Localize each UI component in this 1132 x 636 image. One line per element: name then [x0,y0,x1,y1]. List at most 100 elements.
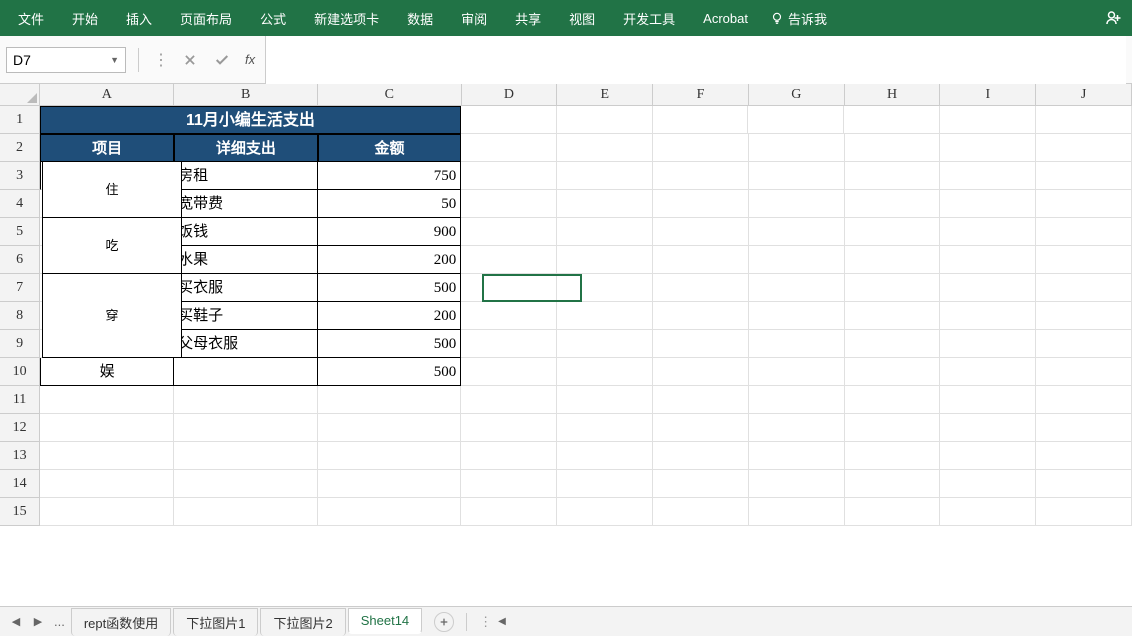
tab-nav-prev[interactable]: ◀ [6,615,26,628]
cell-A14[interactable] [40,470,174,498]
cell-J3[interactable] [1036,162,1132,190]
tell-me-search[interactable]: 告诉我 [762,9,835,28]
cell-H11[interactable] [845,386,941,414]
tab-data[interactable]: 数据 [393,0,447,36]
cell-B13[interactable] [174,442,318,470]
cell-A5-merged[interactable]: 吃 [42,218,182,274]
cell-J1[interactable] [1036,106,1132,134]
cell-G6[interactable] [749,246,845,274]
cell-J2[interactable] [1036,134,1132,162]
cell-I6[interactable] [940,246,1036,274]
cell-E6[interactable] [557,246,653,274]
cell-F10[interactable] [653,358,749,386]
row-header-9[interactable]: 9 [0,330,40,358]
cell-H13[interactable] [845,442,941,470]
cell-J14[interactable] [1036,470,1132,498]
cell-I14[interactable] [940,470,1036,498]
cell-G1[interactable] [748,106,844,134]
cell-A10[interactable]: 娱 [40,358,174,386]
tab-insert[interactable]: 插入 [112,0,166,36]
cell-G2[interactable] [749,134,845,162]
tab-file[interactable]: 文件 [4,0,58,36]
cell-H5[interactable] [845,218,941,246]
sheet-tab-img2[interactable]: 下拉图片2 [260,608,345,636]
cell-G8[interactable] [749,302,845,330]
cell-G10[interactable] [749,358,845,386]
cell-J15[interactable] [1036,498,1132,526]
cell-C9[interactable]: 500 [318,330,462,358]
cell-H7[interactable] [845,274,941,302]
scroll-left-icon[interactable]: ◀ [494,616,510,627]
cell-D12[interactable] [461,414,557,442]
row-header-13[interactable]: 13 [0,442,40,470]
cell-B5[interactable]: 饭钱 [174,218,318,246]
name-box-dropdown-icon[interactable]: ▼ [110,55,119,65]
cell-I3[interactable] [940,162,1036,190]
cell-F12[interactable] [653,414,749,442]
row-header-5[interactable]: 5 [0,218,40,246]
cell-E9[interactable] [557,330,653,358]
cell-J11[interactable] [1036,386,1132,414]
cell-D11[interactable] [461,386,557,414]
cell-B3[interactable]: 房租 [174,162,318,190]
cell-F9[interactable] [653,330,749,358]
share-icon[interactable] [1098,9,1128,27]
cell-E2[interactable] [557,134,653,162]
tab-pagelayout[interactable]: 页面布局 [166,0,246,36]
cell-B2[interactable]: 详细支出 [174,134,318,162]
cell-I13[interactable] [940,442,1036,470]
cell-H10[interactable] [845,358,941,386]
cell-C12[interactable] [318,414,462,442]
cell-I4[interactable] [940,190,1036,218]
tab-share[interactable]: 共享 [501,0,555,36]
cell-F14[interactable] [653,470,749,498]
cell-I8[interactable] [940,302,1036,330]
row-header-8[interactable]: 8 [0,302,40,330]
cell-A7-merged[interactable]: 穿 [42,274,182,358]
cell-J13[interactable] [1036,442,1132,470]
add-sheet-button[interactable] [434,612,454,632]
cell-D8[interactable] [461,302,557,330]
cell-J9[interactable] [1036,330,1132,358]
cell-I7[interactable] [940,274,1036,302]
cell-G14[interactable] [749,470,845,498]
tab-nav-next[interactable]: ▶ [28,615,48,628]
cell-C4[interactable]: 50 [318,190,462,218]
row-header-3[interactable]: 3 [0,162,40,190]
row-header-12[interactable]: 12 [0,414,40,442]
cell-C11[interactable] [318,386,462,414]
formula-input[interactable] [265,36,1126,84]
cell-D1[interactable] [461,106,557,134]
cell-D13[interactable] [461,442,557,470]
cell-J10[interactable] [1036,358,1132,386]
cell-J8[interactable] [1036,302,1132,330]
row-header-11[interactable]: 11 [0,386,40,414]
col-header-F[interactable]: F [653,84,749,105]
cell-J5[interactable] [1036,218,1132,246]
cell-G9[interactable] [749,330,845,358]
cell-F11[interactable] [653,386,749,414]
cell-H15[interactable] [845,498,941,526]
cell-F5[interactable] [653,218,749,246]
row-header-1[interactable]: 1 [0,106,40,134]
cell-I2[interactable] [940,134,1036,162]
tab-review[interactable]: 审阅 [447,0,501,36]
cell-B9[interactable]: 父母衣服 [174,330,318,358]
cell-D4[interactable] [461,190,557,218]
enter-button[interactable] [209,47,235,73]
cell-A12[interactable] [40,414,174,442]
cell-H12[interactable] [845,414,941,442]
cell-E5[interactable] [557,218,653,246]
horizontal-scrollbar[interactable]: ◀ [494,616,1126,627]
col-header-B[interactable]: B [174,84,318,105]
name-box[interactable]: D7 ▼ [6,47,126,73]
cell-F4[interactable] [653,190,749,218]
cell-B8[interactable]: 买鞋子 [174,302,318,330]
tab-home[interactable]: 开始 [58,0,112,36]
cell-E3[interactable] [557,162,653,190]
row-header-6[interactable]: 6 [0,246,40,274]
cell-C2[interactable]: 金额 [318,134,462,162]
cell-C13[interactable] [318,442,462,470]
cell-H8[interactable] [845,302,941,330]
col-header-I[interactable]: I [940,84,1036,105]
